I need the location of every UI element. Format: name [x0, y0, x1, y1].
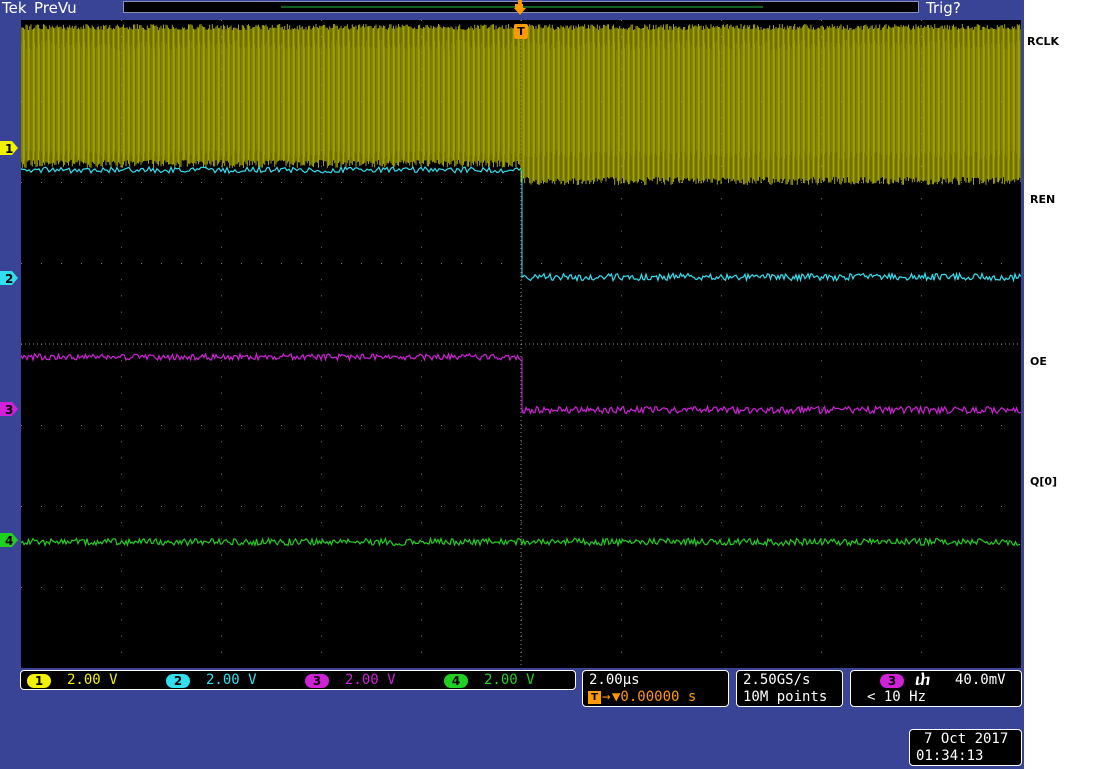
ch3-chip[interactable]: 3	[305, 674, 329, 688]
trigger-marker[interactable]: T	[514, 24, 528, 39]
ch3-trace-after	[522, 404, 1021, 416]
sample-rate: 2.50GS/s	[743, 672, 811, 688]
date-label: 7 Oct 2017	[924, 731, 1009, 747]
ch1-chip[interactable]: 1	[27, 674, 51, 688]
horizontal-scale: 2.00µs	[589, 672, 640, 688]
acquisition-readout[interactable]: 2.50GS/s 10M points	[736, 670, 843, 707]
signal-label-q0: Q[0]	[1030, 475, 1058, 488]
trigger-level: 40.0mV	[955, 672, 1006, 688]
top-status-bar: Tek PreVu Trig?	[0, 0, 1024, 17]
ch2-trace-after	[522, 271, 1021, 283]
trigger-frequency: < 10 Hz	[867, 689, 927, 705]
ch4-ground-marker[interactable]: 4	[0, 533, 18, 547]
channel-readout-bar: 1 2.00 V 2 2.00 V 3 2.00 V 4 2.00 V	[20, 670, 576, 690]
signal-label-ren: REN	[1030, 193, 1056, 206]
svg-text:2: 2	[5, 272, 13, 285]
signal-label-panel: RCLK REN OE Q[0]	[1024, 0, 1100, 769]
arrow-icon: →	[602, 689, 611, 705]
record-length: 10M points	[743, 689, 828, 705]
svg-text:3: 3	[5, 403, 13, 416]
waveform-area[interactable]: T	[21, 20, 1021, 668]
ch1-scale[interactable]: 2.00 V	[67, 672, 118, 688]
ch2-scale[interactable]: 2.00 V	[206, 672, 257, 688]
oscilloscope-display: Tek PreVu Trig? T 1 2 3 4 1 2.00 V 2 2.0…	[0, 0, 1024, 769]
datetime-readout: 7 Oct 2017 01:34:13	[909, 729, 1022, 766]
signal-label-rclk: RCLK	[1027, 35, 1060, 48]
ch2-trace-before	[21, 165, 522, 175]
trigger-status: Trig?	[926, 0, 961, 17]
ch3-scale[interactable]: 2.00 V	[345, 672, 396, 688]
waveform-graticule	[21, 20, 1021, 668]
signal-label-oe: OE	[1030, 355, 1047, 368]
ch2-chip[interactable]: 2	[166, 674, 190, 688]
ch2-ground-marker[interactable]: 2	[0, 271, 18, 285]
acquisition-mode-label: PreVu	[34, 0, 77, 17]
svg-text:1: 1	[5, 142, 13, 155]
falling-edge-icon: ⴐ	[915, 671, 931, 689]
time-label: 01:34:13	[916, 748, 984, 764]
trigger-t-icon: T	[588, 691, 601, 704]
ch1-clock-trace	[21, 24, 1021, 185]
brand-label: Tek	[2, 0, 27, 17]
trigger-position-value: ▼0.00000 s	[612, 689, 697, 705]
ch1-ground-marker[interactable]: 1	[0, 141, 18, 155]
svg-text:4: 4	[5, 534, 13, 547]
ch4-chip[interactable]: 4	[444, 674, 468, 688]
timebase-readout[interactable]: 2.00µs T → ▼0.00000 s	[582, 670, 729, 707]
ch3-ground-marker[interactable]: 3	[0, 402, 18, 416]
ch3-trace-before	[21, 351, 521, 362]
ch4-scale[interactable]: 2.00 V	[484, 672, 535, 688]
trigger-source-chip: 3	[880, 674, 904, 688]
trigger-position-icon	[514, 0, 526, 22]
trigger-readout[interactable]: 3 ⴐ 40.0mV < 10 Hz	[850, 670, 1022, 707]
